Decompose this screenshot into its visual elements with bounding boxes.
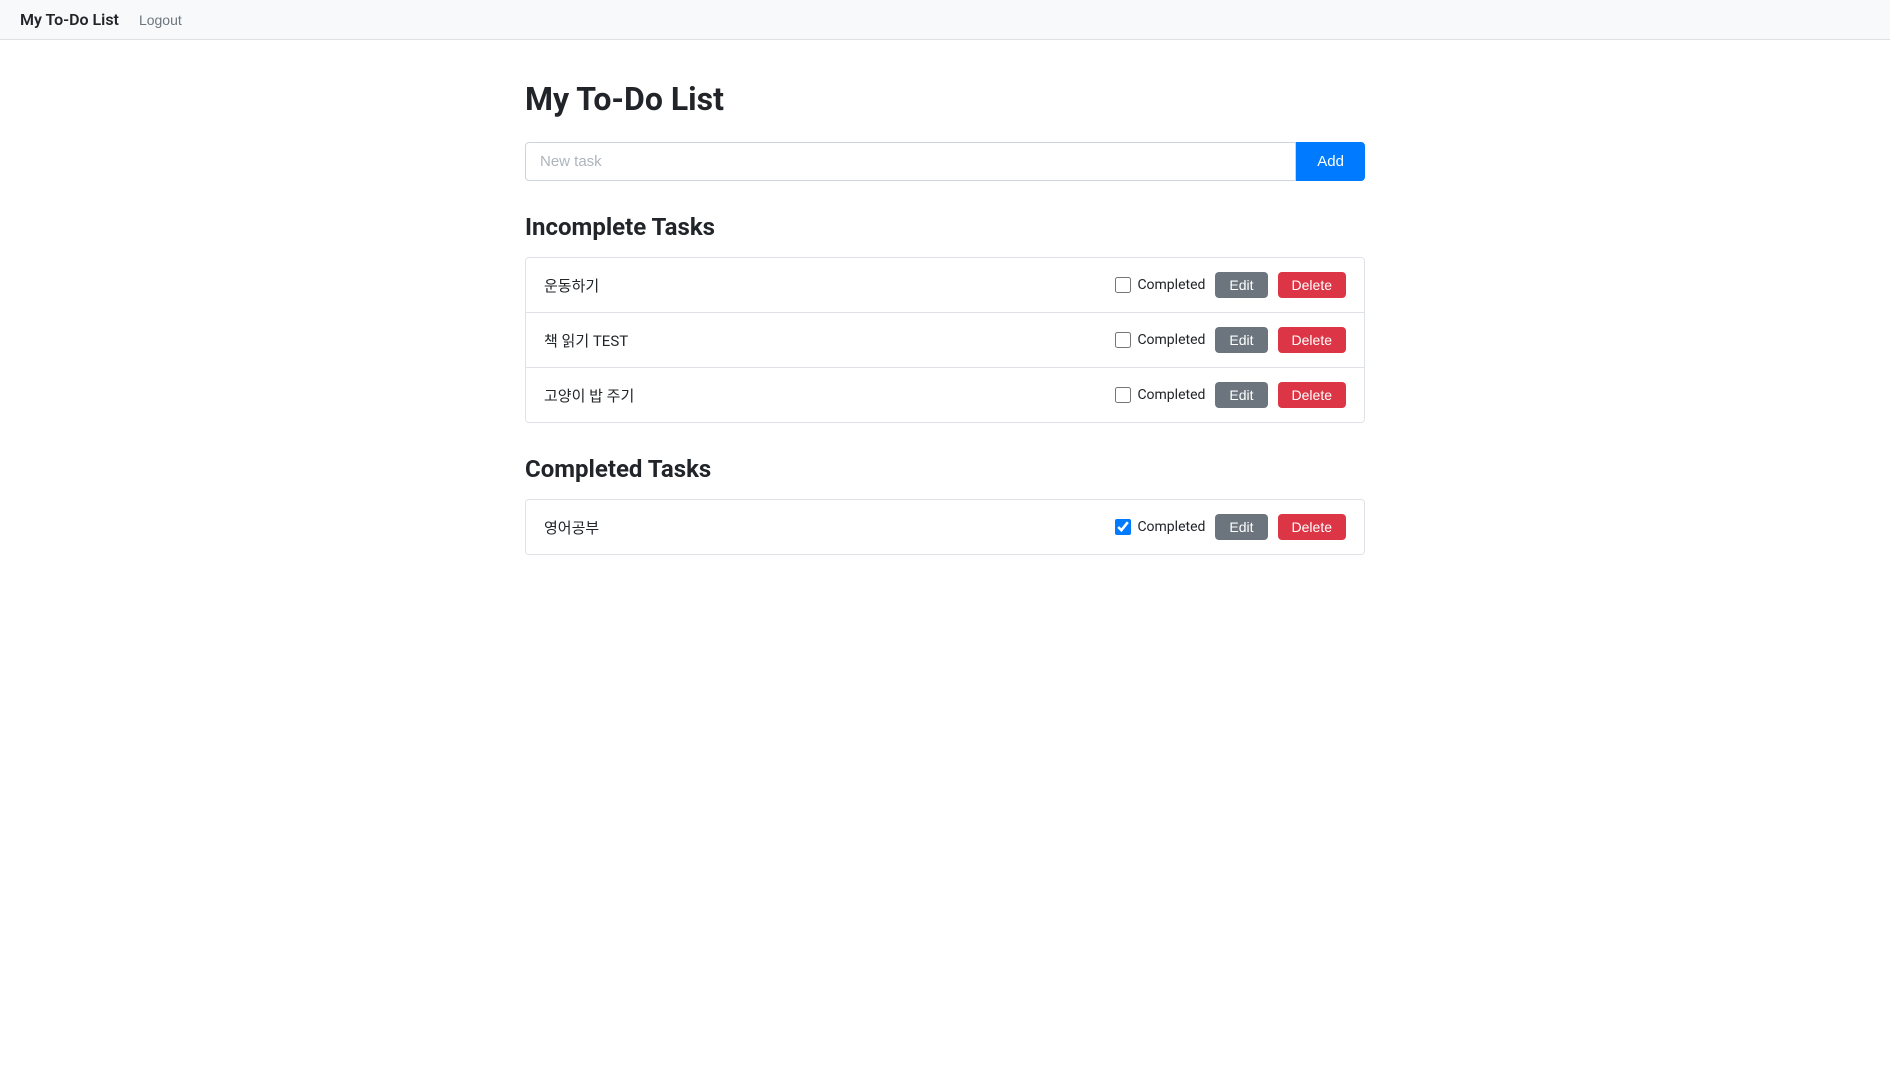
task-item: 영어공부 Completed Edit Delete [526,500,1364,554]
add-task-button[interactable]: Add [1296,142,1365,181]
task-item: 고양이 밥 주기 Completed Edit Delete [526,368,1364,422]
completed-label[interactable]: Completed [1115,277,1205,293]
task-item: 운동하기 Completed Edit Delete [526,258,1364,313]
completed-section-title: Completed Tasks [525,455,1365,483]
page-title: My To-Do List [525,80,1365,118]
delete-button[interactable]: Delete [1278,272,1346,298]
navbar: My To-Do List Logout [0,0,1890,40]
delete-button[interactable]: Delete [1278,327,1346,353]
incomplete-task-list: 운동하기CompletedEditDelete책 읽기 TESTComplete… [525,257,1365,423]
new-task-row: Add [525,142,1365,181]
completed-label-text: Completed [1137,332,1205,348]
completed-checkbox[interactable] [1115,387,1131,403]
task-controls: Completed Edit Delete [1115,272,1346,298]
new-task-input[interactable] [525,142,1296,181]
completed-label-text: Completed [1137,519,1205,535]
task-controls: Completed Edit Delete [1115,382,1346,408]
task-name: 영어공부 [544,517,1115,538]
delete-button[interactable]: Delete [1278,382,1346,408]
task-name: 운동하기 [544,275,1115,296]
navbar-brand: My To-Do List [20,10,119,29]
completed-label[interactable]: Completed [1115,519,1205,535]
incomplete-section-title: Incomplete Tasks [525,213,1365,241]
completed-label[interactable]: Completed [1115,387,1205,403]
completed-label[interactable]: Completed [1115,332,1205,348]
completed-label-text: Completed [1137,277,1205,293]
edit-button[interactable]: Edit [1215,327,1267,353]
task-item: 책 읽기 TEST Completed Edit Delete [526,313,1364,368]
completed-checkbox[interactable] [1115,332,1131,348]
main-content: My To-Do List Add Incomplete Tasks 운동하기C… [505,40,1385,627]
delete-button[interactable]: Delete [1278,514,1346,540]
completed-checkbox[interactable] [1115,277,1131,293]
task-name: 책 읽기 TEST [544,330,1115,351]
completed-checkbox[interactable] [1115,519,1131,535]
edit-button[interactable]: Edit [1215,272,1267,298]
edit-button[interactable]: Edit [1215,382,1267,408]
logout-button[interactable]: Logout [139,12,182,28]
completed-task-list: 영어공부 Completed Edit Delete [525,499,1365,555]
edit-button[interactable]: Edit [1215,514,1267,540]
task-controls: Completed Edit Delete [1115,327,1346,353]
task-controls: Completed Edit Delete [1115,514,1346,540]
task-name: 고양이 밥 주기 [544,385,1115,406]
completed-label-text: Completed [1137,387,1205,403]
